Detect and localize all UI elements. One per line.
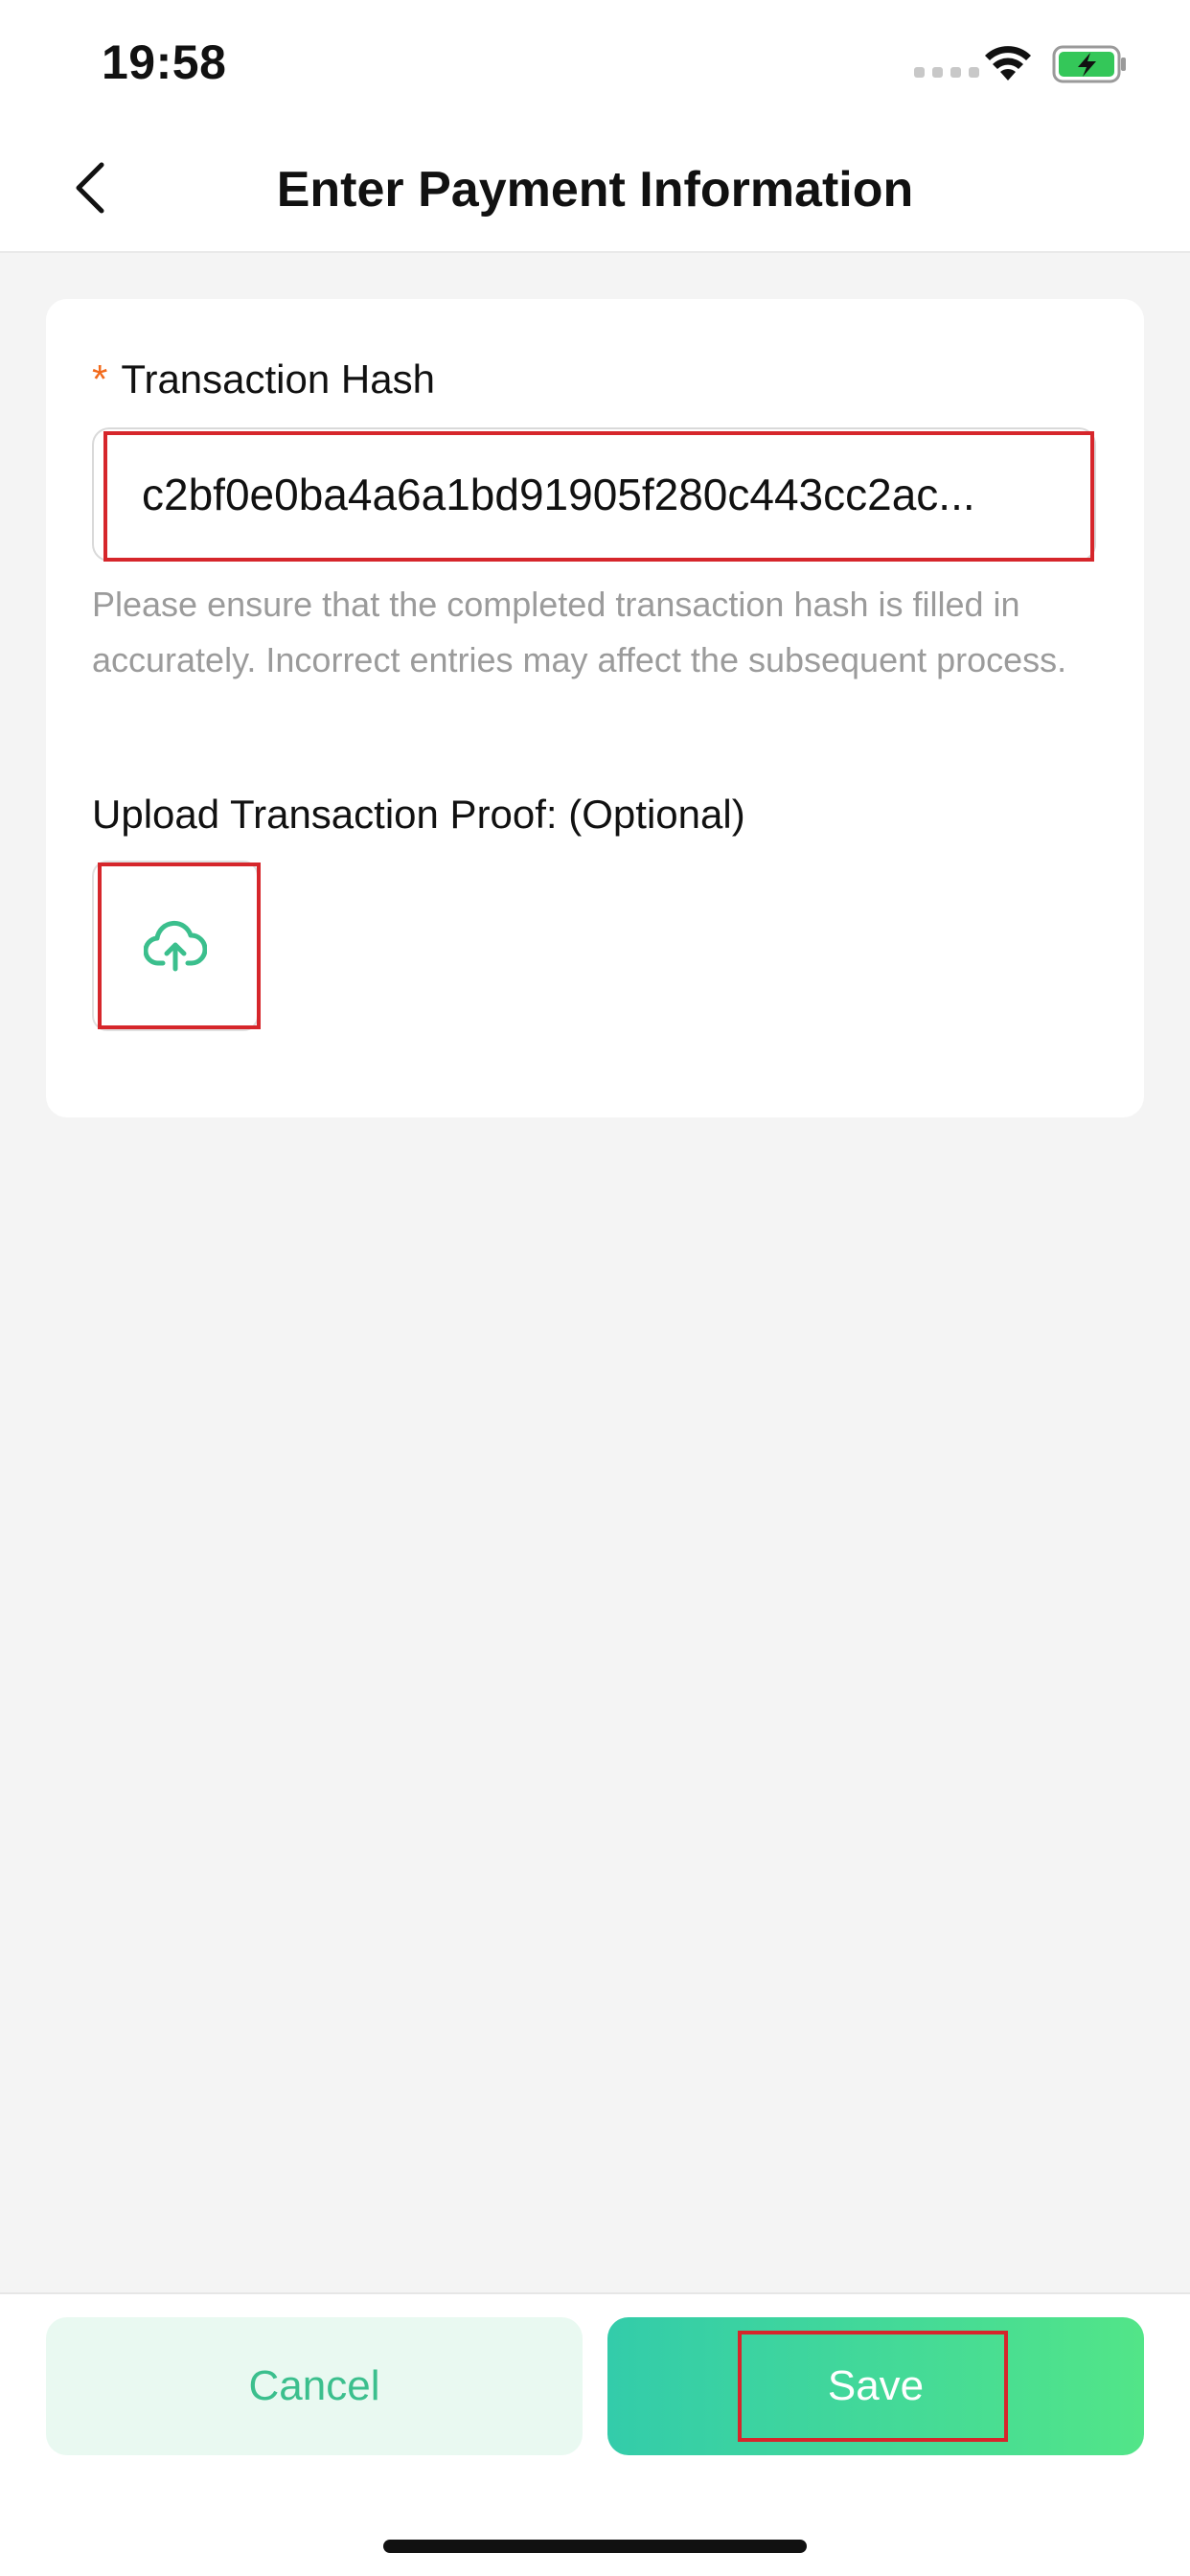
bottom-action-bar: Cancel Save — [0, 2292, 1190, 2576]
status-time: 19:58 — [102, 35, 227, 89]
upload-proof-label: Upload Transaction Proof: (Optional) — [92, 792, 745, 837]
transaction-hash-value: c2bf0e0ba4a6a1bd91905f280c443cc2ac... — [142, 470, 975, 519]
home-indicator — [383, 2540, 807, 2553]
transaction-hash-label: * Transaction Hash — [92, 351, 435, 408]
battery-charging-icon — [1052, 45, 1126, 83]
top-bar: 19:58 Enter Payment Information — [0, 0, 1190, 253]
cellular-signal-icon — [914, 67, 979, 78]
transaction-hash-label-text: Transaction Hash — [121, 356, 435, 402]
save-button[interactable]: Save — [607, 2317, 1144, 2455]
hash-hint-text: Please ensure that the completed transac… — [92, 585, 1067, 679]
payment-form-card: * Transaction Hash c2bf0e0ba4a6a1bd91905f… — [46, 299, 1144, 1117]
wifi-icon — [985, 46, 1031, 80]
cancel-button[interactable]: Cancel — [46, 2317, 583, 2455]
required-mark: * — [92, 356, 108, 402]
upload-proof-button[interactable] — [92, 861, 259, 1031]
transaction-hash-input[interactable]: c2bf0e0ba4a6a1bd91905f280c443cc2ac... — [92, 427, 1096, 562]
page-title: Enter Payment Information — [276, 162, 914, 218]
cloud-upload-icon — [144, 920, 207, 972]
